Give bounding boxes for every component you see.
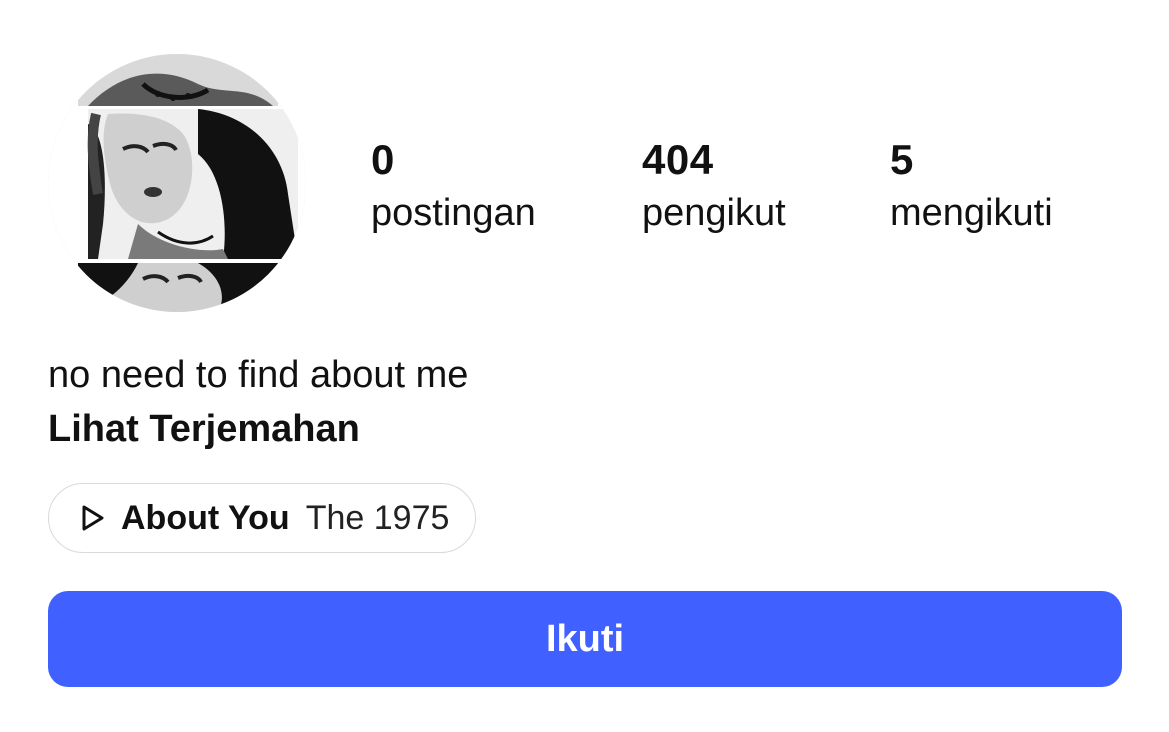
posts-count: 0: [371, 136, 395, 183]
following-count: 5: [890, 136, 914, 183]
profile-music-pill[interactable]: About You The 1975: [48, 483, 477, 553]
see-translation-link[interactable]: Lihat Terjemahan: [48, 403, 360, 455]
song-title: About You: [121, 498, 290, 537]
stat-posts[interactable]: 0 postingan: [371, 133, 536, 239]
followers-label: pengikut: [642, 192, 786, 234]
follow-button[interactable]: Ikuti: [48, 591, 1122, 687]
profile-avatar[interactable]: [48, 54, 306, 312]
play-icon: [75, 501, 109, 535]
posts-label: postingan: [371, 192, 536, 234]
following-label: mengikuti: [890, 192, 1053, 234]
stat-followers[interactable]: 404 pengikut: [642, 133, 786, 239]
followers-count: 404: [642, 136, 714, 183]
avatar-photo: [48, 54, 306, 312]
stat-following[interactable]: 5 mengikuti: [890, 133, 1053, 239]
song-artist: The 1975: [305, 498, 450, 537]
profile-bio: no need to find about me: [48, 354, 469, 396]
